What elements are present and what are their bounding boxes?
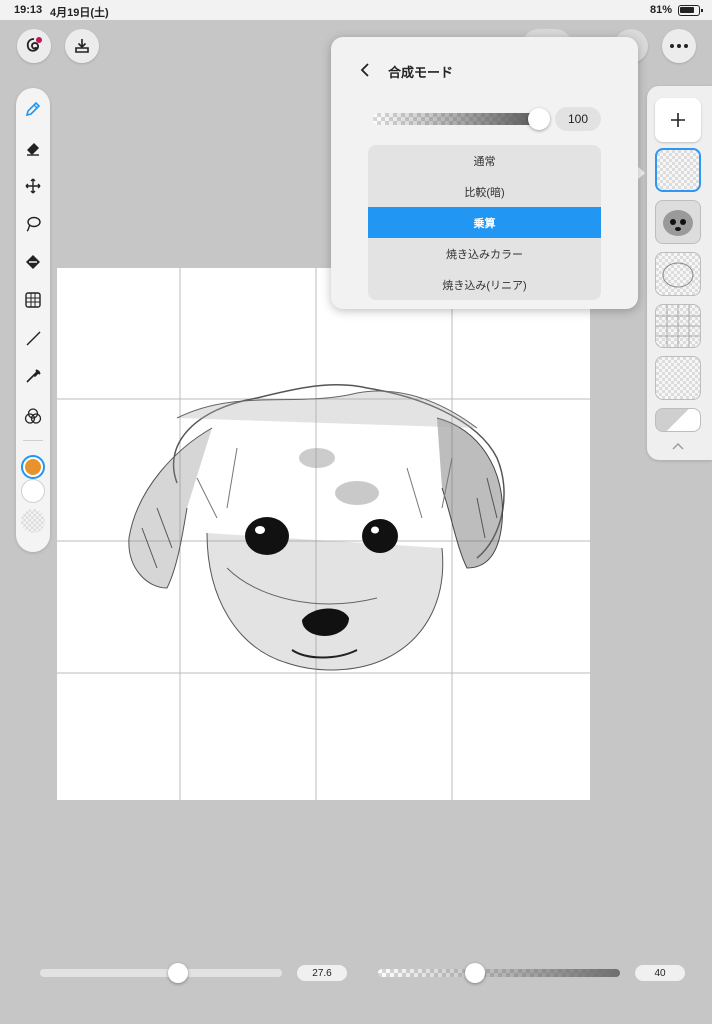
layer-thumbnail-sketch[interactable] [655,252,701,296]
transparent-color-swatch[interactable] [21,509,45,533]
lasso-icon [26,216,41,232]
import-button[interactable] [65,29,99,63]
layer-thumbnail-active[interactable] [655,148,701,192]
layer-thumbnail-grid[interactable] [655,304,701,348]
eyedropper-tool[interactable] [21,364,45,388]
back-button[interactable] [357,61,373,79]
drawing-canvas[interactable] [57,268,590,800]
primary-color-swatch[interactable] [21,455,45,479]
blend-mode-item[interactable]: 焼き込み(リニア) [368,269,601,300]
brush-size-slider-thumb[interactable] [167,963,188,983]
brush-settings-icon [26,37,42,52]
more-icon [670,44,688,48]
layer-puppy-preview [663,210,693,236]
brush-size-value[interactable]: 27.6 [297,965,347,981]
status-bar: 19:13 4月19日(土) 81% [0,0,712,20]
layer-opacity-slider[interactable] [373,113,539,125]
grid-tool[interactable] [21,288,45,312]
blend-tool[interactable] [21,404,45,428]
more-button[interactable] [662,29,696,63]
layers-panel [647,86,712,460]
status-time: 19:13 [14,4,43,16]
move-tool[interactable] [21,174,45,198]
layer-opacity-value[interactable]: 100 [555,107,601,131]
blend-mode-item[interactable]: 焼き込みカラー [368,238,601,269]
lasso-tool[interactable] [21,212,45,236]
pen-icon [25,101,41,117]
brush-settings-button[interactable] [17,29,51,63]
layer-thumbnail-empty[interactable] [655,356,701,400]
primary-color-fill [25,459,41,475]
secondary-color-swatch[interactable] [21,479,45,503]
blend-tool-icon [24,408,42,424]
eraser-icon [27,143,39,156]
layer-opacity-slider-thumb[interactable] [528,108,550,130]
blend-mode-item[interactable]: 乗算 [368,207,601,238]
move-icon [25,178,41,194]
blend-mode-item[interactable]: 通常 [368,145,601,176]
grid-icon [25,292,41,308]
brush-opacity-slider-thumb[interactable] [464,963,485,983]
eyedropper-icon [26,369,41,383]
battery-icon [678,5,703,16]
pen-tool[interactable] [21,97,45,121]
canvas-artwork [57,268,590,800]
add-layer-icon [671,113,685,127]
eraser-tool[interactable] [21,136,45,160]
line-icon [26,331,41,346]
layer-thumbnail-puppy[interactable] [655,200,701,244]
layer-grid-preview [656,305,700,347]
blend-mode-popover: 合成モード 100 通常 比較(暗) 乗算 焼き込みカラー 焼き込み(リニア) [331,37,638,309]
fill-icon [26,255,40,269]
battery-percent: 81% [649,4,672,16]
status-date: 4月19日(土) [50,7,109,19]
import-icon [75,39,89,53]
chevron-up-icon [672,443,684,450]
chevron-left-icon [360,63,369,77]
line-tool[interactable] [21,326,45,350]
brush-opacity-value[interactable]: 40 [635,965,685,981]
blend-mode-list: 通常 比較(暗) 乗算 焼き込みカラー 焼き込み(リニア) [368,145,601,300]
add-layer-button[interactable] [655,98,701,142]
brush-size-slider[interactable] [40,969,282,977]
popover-title: 合成モード [388,65,454,80]
fill-tool[interactable] [21,250,45,274]
layer-sketch-preview [662,262,694,288]
layers-collapse-button[interactable] [671,438,685,450]
blend-mode-item[interactable]: 比較(暗) [368,176,601,207]
brush-opacity-slider[interactable] [378,969,620,977]
layer-thumbnail-background[interactable] [655,408,701,432]
toolbar-divider [23,440,43,441]
tool-palette [16,88,50,552]
